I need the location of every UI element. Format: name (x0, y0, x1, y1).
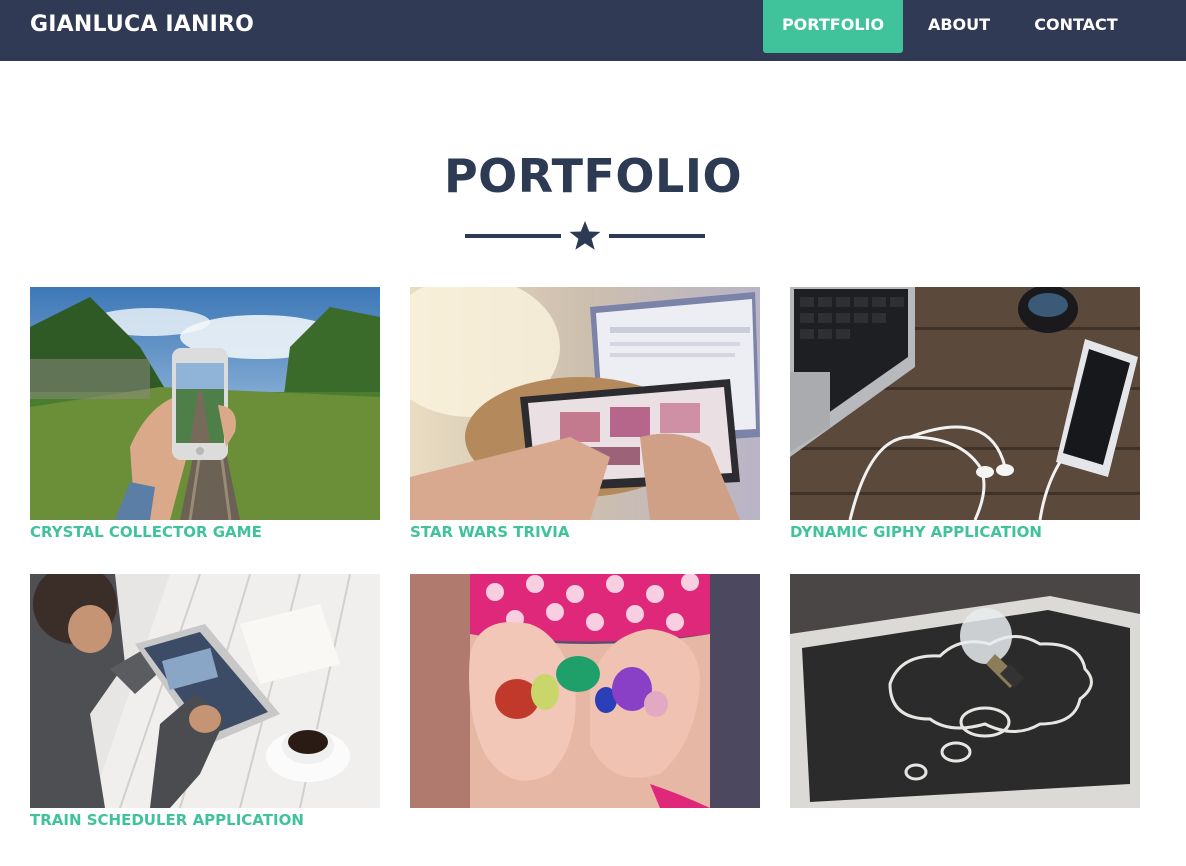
star-icon (569, 221, 601, 250)
nav-item-contact[interactable]: CONTACT (1016, 0, 1136, 53)
portfolio-caption-dynamic-giphy[interactable]: DYNAMIC GIPHY APPLICATION (790, 522, 1042, 542)
section-title: PORTFOLIO (443, 149, 743, 203)
portfolio-image-lightbulb[interactable] (790, 574, 1140, 808)
nav-item-about[interactable]: ABOUT (911, 0, 1007, 53)
divider-line-right (609, 234, 705, 238)
portfolio-caption-crystal-collector[interactable]: CRYSTAL COLLECTOR GAME (30, 522, 262, 542)
nav-item-portfolio[interactable]: PORTFOLIO (763, 0, 903, 53)
man-using-tablet-with-coffee-photo (30, 574, 380, 808)
portfolio-image-colored-stones[interactable] (410, 574, 760, 808)
portfolio-image-train-scheduler[interactable] (30, 574, 380, 808)
navbar: GIANLUCA IANIRO PORTFOLIO ABOUT CONTACT (0, 0, 1186, 61)
lightbulb-on-chalkboard-photo (790, 574, 1140, 808)
hands-holding-colored-stones-photo (410, 574, 760, 808)
portfolio-caption-star-wars-trivia[interactable]: STAR WARS TRIVIA (410, 522, 569, 542)
hands-using-tablet-photo (410, 287, 760, 520)
laptop-phone-earphones-on-wood-photo (790, 287, 1140, 520)
portfolio-image-star-wars-trivia[interactable] (410, 287, 760, 520)
brand-logo[interactable]: GIANLUCA IANIRO (30, 10, 254, 40)
hand-holding-phone-on-railway-photo (30, 287, 380, 520)
portfolio-image-crystal-collector[interactable] (30, 287, 380, 520)
portfolio-caption-train-scheduler[interactable]: TRAIN SCHEDULER APPLICATION (30, 810, 304, 830)
divider-line-left (465, 234, 561, 238)
portfolio-image-dynamic-giphy[interactable] (790, 287, 1140, 520)
